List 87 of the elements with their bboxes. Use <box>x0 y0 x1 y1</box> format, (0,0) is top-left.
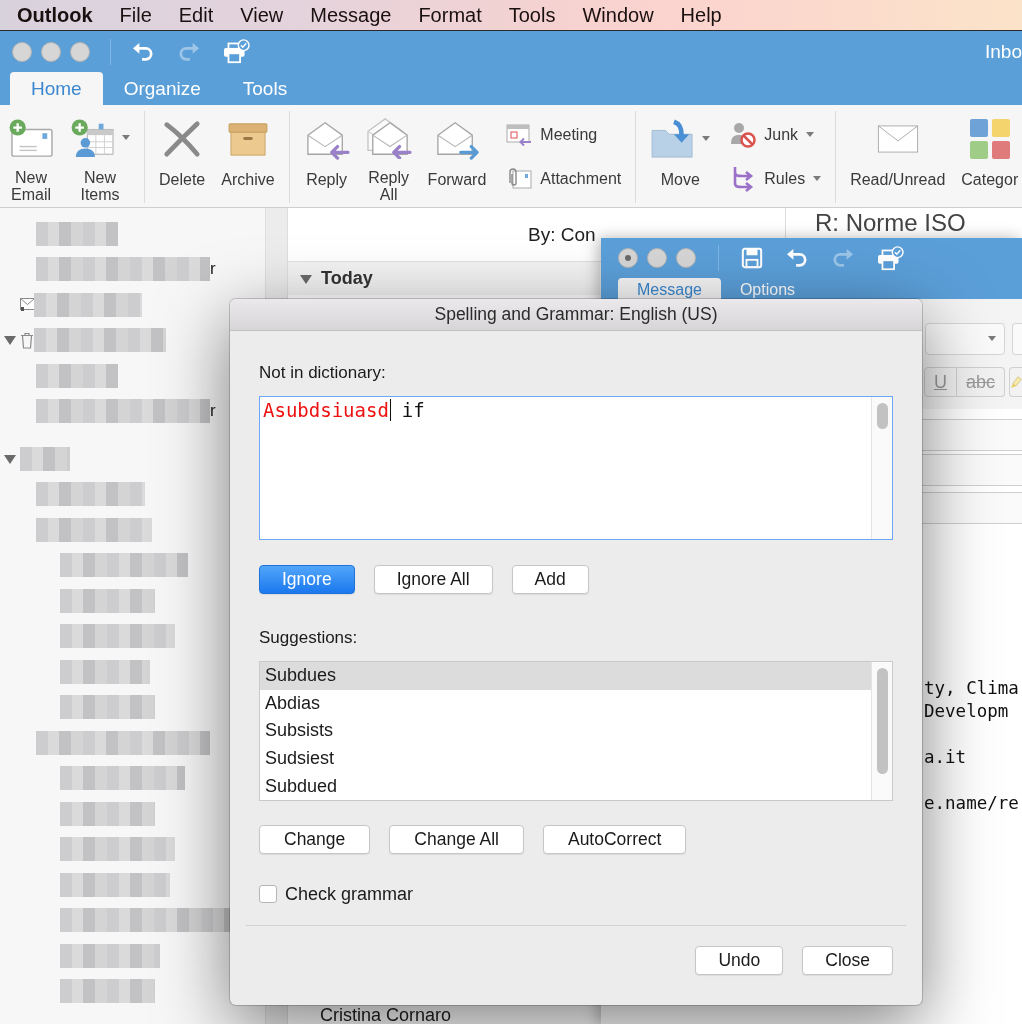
body-text: Developm <box>924 700 1010 723</box>
disclosure-triangle[interactable] <box>3 334 17 347</box>
highlighter-button[interactable] <box>1009 367 1022 397</box>
move-button[interactable]: Move <box>646 111 715 203</box>
paperclip-icon <box>506 167 533 191</box>
zoom-button[interactable] <box>70 41 90 62</box>
app-menu[interactable]: Outlook <box>17 3 93 27</box>
envelope-icon <box>876 125 919 153</box>
archive-button[interactable]: Archive <box>217 111 279 203</box>
attachment-button[interactable]: Attachment <box>502 165 626 193</box>
dropdown-field[interactable] <box>925 323 1005 355</box>
disclosure-triangle[interactable] <box>3 452 17 465</box>
envelope-plus-icon <box>8 118 54 158</box>
color-grid-icon <box>969 119 1010 159</box>
checkbox-label: Check grammar <box>285 883 414 905</box>
print-icon[interactable] <box>223 39 250 64</box>
new-items-button[interactable]: New Items <box>66 111 134 203</box>
disclosure-triangle[interactable] <box>299 272 313 285</box>
menu-item[interactable]: Window <box>582 3 654 27</box>
field-label: Suggestions: <box>259 627 359 648</box>
print-icon[interactable] <box>877 245 904 271</box>
dialog-button[interactable]: Change All <box>389 825 524 854</box>
save-icon[interactable] <box>741 247 763 269</box>
calendar-arrow-icon <box>506 123 533 147</box>
menu-item[interactable]: View <box>240 3 284 27</box>
field-label: Not in dictionary: <box>259 362 387 383</box>
dialog-button[interactable]: Close <box>802 946 893 975</box>
junk-button[interactable]: Junk <box>726 119 826 150</box>
message-subject: R: Norme ISO <box>815 210 967 236</box>
body-text: a.it <box>924 746 968 769</box>
reply-button[interactable]: Reply <box>299 111 354 203</box>
sentence-text: if <box>401 398 425 423</box>
undo-icon[interactable] <box>785 248 809 268</box>
folder-name: r <box>210 259 216 280</box>
dialog-button[interactable]: Change <box>259 825 371 854</box>
window-title: Inbo <box>985 40 1022 63</box>
suggestion-item[interactable]: Subsists <box>260 717 871 746</box>
suggestion-item[interactable]: Abdias <box>260 689 871 718</box>
menu-item[interactable]: Edit <box>178 3 214 27</box>
checkbox[interactable] <box>259 885 277 903</box>
sentence-field[interactable]: Asubdsiuasd if <box>259 396 893 540</box>
folder-name: r <box>210 401 216 422</box>
caret-icon <box>988 336 996 342</box>
suggestion-list[interactable]: Subdues Abdias Subsists Sudsiest Subdued <box>259 661 893 801</box>
reply-all-button[interactable]: Reply All <box>361 111 416 203</box>
person-blocked-icon <box>730 121 757 148</box>
undo-icon[interactable] <box>131 41 155 62</box>
suggestion-item[interactable]: Sudsiest <box>260 745 871 773</box>
trash-icon <box>20 331 34 349</box>
zoom-button[interactable] <box>676 248 696 268</box>
scrollbar[interactable] <box>871 662 892 800</box>
scrollbar[interactable] <box>871 397 892 539</box>
delete-button[interactable]: Delete <box>155 111 210 203</box>
new-email-button[interactable]: New Email <box>4 111 58 203</box>
misspelled-word: Asubdsiuasd <box>263 398 389 423</box>
close-button[interactable] <box>618 248 638 268</box>
menu-item[interactable]: Tools <box>508 3 556 27</box>
input-field[interactable] <box>1012 323 1022 355</box>
body-text: e.name/re <box>924 792 1020 815</box>
sort-button[interactable]: By: Con <box>528 223 596 246</box>
minimize-button[interactable] <box>41 41 61 62</box>
forward-button[interactable]: Forward <box>423 111 491 203</box>
calendar-person-icon <box>70 118 116 158</box>
close-button[interactable] <box>12 41 32 62</box>
rules-button[interactable]: Rules <box>726 162 826 195</box>
suggestion-item[interactable]: Subdued <box>260 772 871 801</box>
dialog-button[interactable]: Ignore All <box>373 565 493 594</box>
sender-name: Cristina Cornaro <box>319 1006 453 1024</box>
dialog-button[interactable]: Undo <box>695 946 784 975</box>
dialog-button[interactable]: AutoCorrect <box>542 825 687 854</box>
envelope-icon <box>20 298 35 312</box>
dialog-title: Spelling and Grammar: English (US) <box>434 304 718 325</box>
menu-item[interactable]: File <box>119 3 152 27</box>
meeting-button[interactable]: Meeting <box>502 121 626 149</box>
suggestion-item[interactable]: Subdues <box>260 662 871 690</box>
menu-item[interactable]: Format <box>418 3 482 27</box>
minimize-button[interactable] <box>647 248 667 268</box>
categorize-button[interactable]: Categor <box>957 111 1022 203</box>
body-text: ty, Clima <box>924 677 1020 700</box>
menu-item[interactable]: Message <box>310 3 392 27</box>
box-icon <box>226 121 269 157</box>
menu-item[interactable]: Help <box>680 3 722 27</box>
dialog-button[interactable]: Add <box>511 565 589 594</box>
envelopes-arrow-left-icon <box>365 117 412 159</box>
group-title: Today <box>321 268 373 289</box>
read-unread-button[interactable]: Read/Unread <box>846 111 950 203</box>
redacted-label <box>20 446 70 471</box>
